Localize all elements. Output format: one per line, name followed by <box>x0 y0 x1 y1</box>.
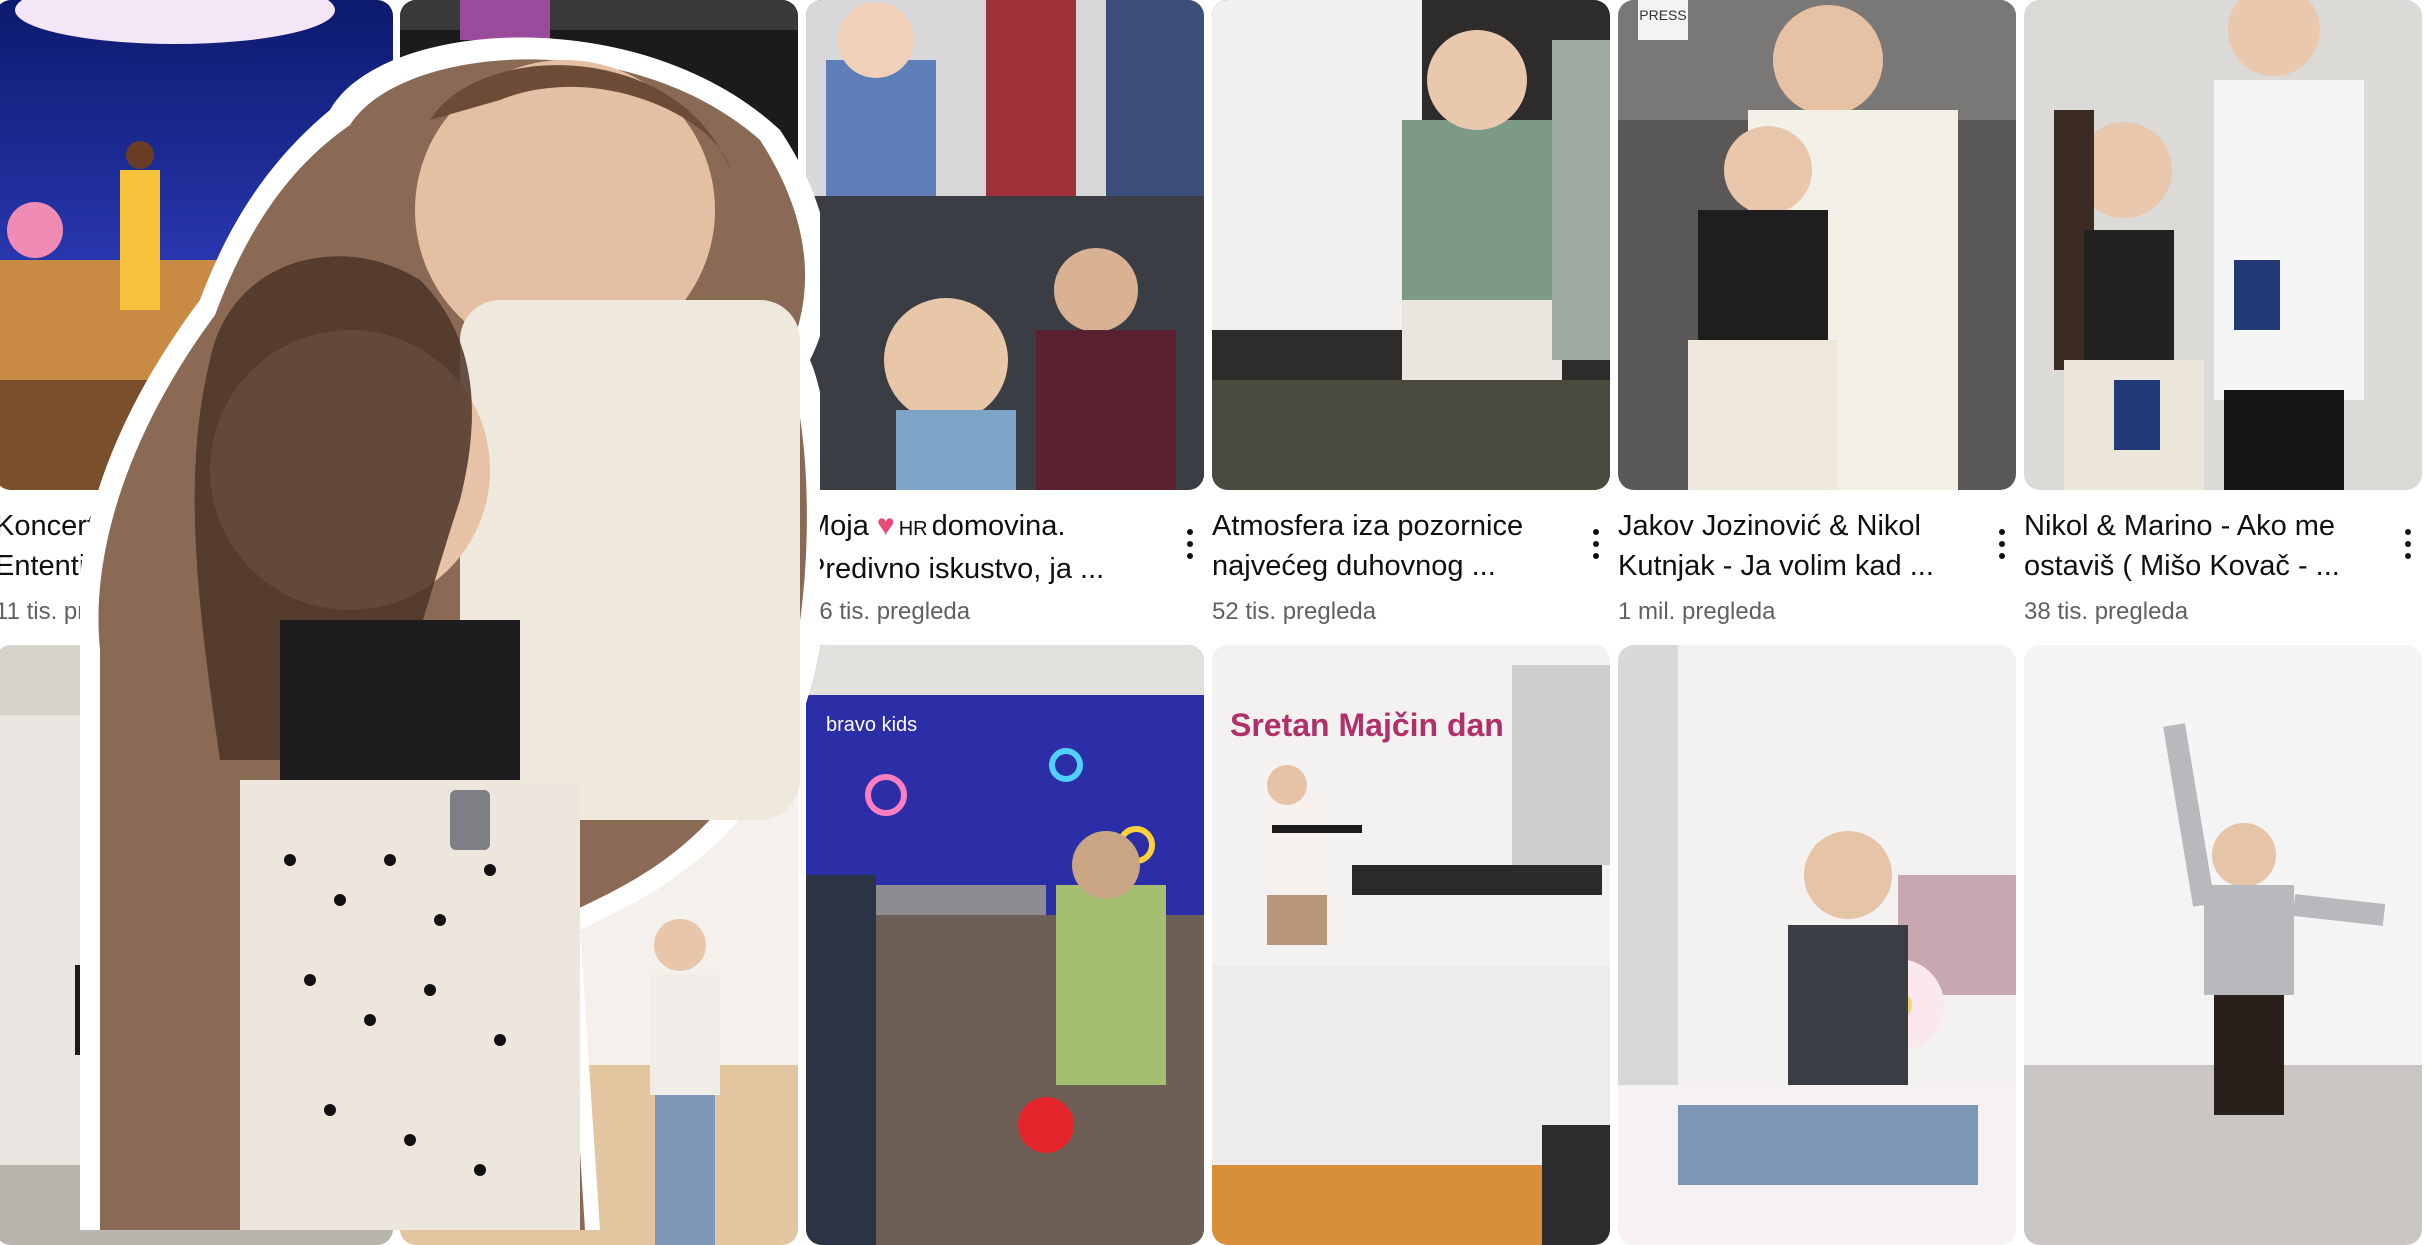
bravo-kids-logo: bravo kids <box>826 714 917 736</box>
kebab-menu-icon[interactable] <box>2394 516 2422 572</box>
video-thumbnail[interactable] <box>806 0 1204 490</box>
video-meta: Jakov Jozinović & Nikol Kutnjak - Ja vol… <box>1618 502 2016 625</box>
video-title[interactable]: Atmosfera iza pozornice najvećeg duhovno… <box>1212 506 1552 586</box>
kebab-menu-icon[interactable] <box>1176 516 1204 572</box>
video-meta: Atmosfera iza pozornice najvećeg duhovno… <box>1212 502 1610 625</box>
video-views: 1 mil. pregleda <box>1618 598 1776 625</box>
video-title[interactable]: Jakov Jozinović & Nikol Kutnjak - Ja vol… <box>1618 506 1958 586</box>
video-views: 46 tis. pregleda <box>806 598 971 625</box>
video-thumbnail[interactable]: PRESS <box>1618 0 2016 490</box>
video-thumbnail[interactable]: bravo kids <box>806 645 1204 1245</box>
heart-icon: ♥ <box>876 509 895 542</box>
video-title[interactable]: Moja ♥ HR domovina. Predivno iskustvo, ja … <box>806 506 1146 586</box>
kebab-menu-icon[interactable] <box>1988 516 2016 572</box>
video-title[interactable]: Nikol & Marino - Ako me ostaviš ( Mišo K… <box>2024 506 2364 586</box>
kebab-menu-icon[interactable] <box>1582 516 1610 572</box>
overlay-photo-sticker <box>78 0 832 1230</box>
press-sign: PRESS <box>1639 7 1686 23</box>
video-meta: Nikol & Marino - Ako me ostaviš ( Mišo K… <box>2024 502 2422 625</box>
video-thumbnail[interactable]: Sretan Majčin dan <box>1212 645 1610 1245</box>
video-views: 52 tis. pregleda <box>1212 598 1377 625</box>
video-thumbnail[interactable] <box>1618 645 2016 1245</box>
video-meta: Moja ♥ HR domovina. Predivno iskustvo, ja … <box>806 502 1204 625</box>
video-thumbnail[interactable] <box>1212 0 1610 490</box>
video-thumbnail[interactable] <box>2024 0 2422 490</box>
video-thumbnail[interactable] <box>2024 645 2422 1245</box>
mothers-day-text: Sretan Majčin dan <box>1230 707 1504 743</box>
video-views: 38 tis. pregleda <box>2024 598 2189 625</box>
